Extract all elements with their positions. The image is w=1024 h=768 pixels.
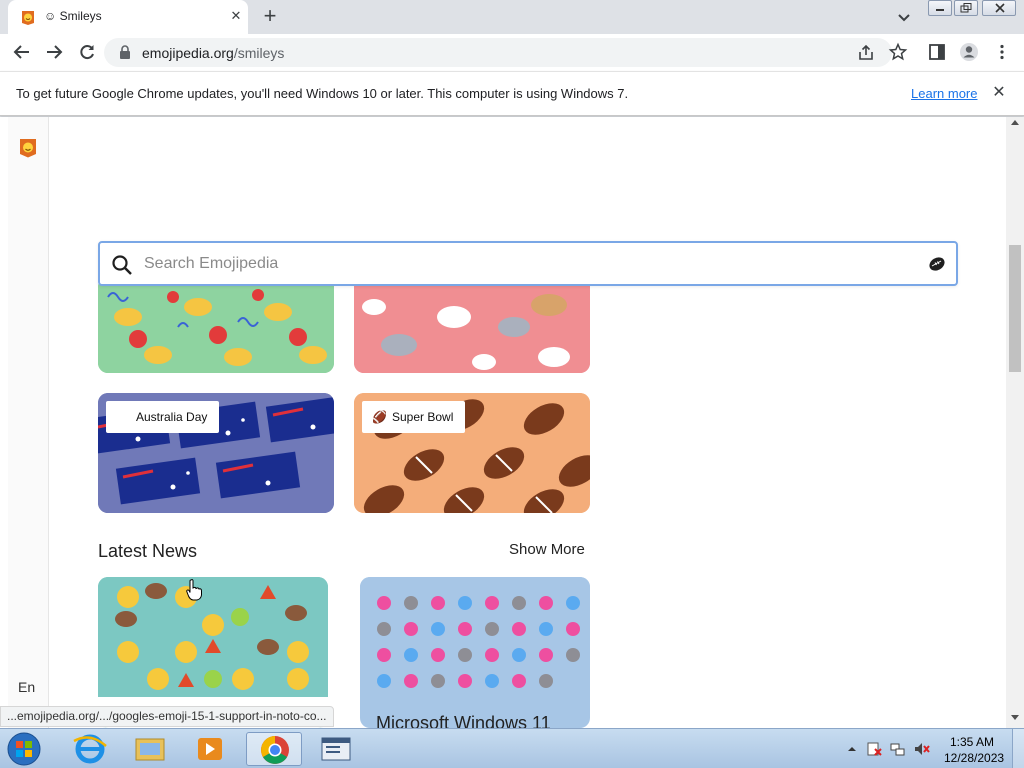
- news-article-title[interactable]: Microsoft Windows 11: [376, 713, 551, 728]
- scroll-up-arrow-icon[interactable]: [1011, 120, 1019, 125]
- chrome-icon: [261, 736, 289, 764]
- bookmark-star-icon[interactable]: [888, 42, 908, 62]
- profile-avatar-icon[interactable]: [959, 42, 979, 62]
- tab-close-icon[interactable]: ✕: [226, 6, 246, 26]
- folder-icon: [135, 738, 165, 761]
- tab-strip: ☺ Smileys ✕ +: [0, 0, 1024, 34]
- emojipedia-logo-icon[interactable]: [19, 138, 37, 158]
- show-desktop-button[interactable]: [1012, 729, 1024, 768]
- taskbar-chrome[interactable]: [246, 732, 302, 766]
- page-viewport: En Search Emojipedia Australia Day 🏈 Sup…: [0, 117, 1024, 728]
- party-card[interactable]: [98, 277, 334, 373]
- bunny-pattern-image: [354, 277, 590, 373]
- new-tab-button[interactable]: +: [258, 5, 282, 29]
- hand-cursor-icon: [186, 579, 202, 601]
- taskbar-internet-explorer[interactable]: [62, 732, 118, 766]
- forward-arrow-icon[interactable]: [44, 42, 64, 62]
- tab-search-chevron-icon[interactable]: [894, 8, 914, 28]
- infobar-close-icon[interactable]: ✕: [990, 84, 1008, 102]
- main-content: Australia Day 🏈 Super Bowl Latest News S…: [50, 117, 1006, 728]
- latest-news-heading: Latest News: [98, 541, 198, 561]
- search-input[interactable]: [144, 251, 904, 277]
- tab-smileys[interactable]: ☺ Smileys ✕: [8, 0, 248, 34]
- update-infobar: To get future Google Chrome updates, you…: [0, 71, 1024, 116]
- windows-taskbar: 1:35 AM 12/28/2023: [0, 728, 1024, 768]
- close-window-button[interactable]: [982, 0, 1016, 16]
- scroll-down-arrow-icon[interactable]: [1011, 715, 1019, 720]
- lock-icon[interactable]: [118, 45, 132, 59]
- search-box[interactable]: [98, 241, 958, 286]
- search-icon: [112, 255, 132, 275]
- super-bowl-card[interactable]: 🏈 Super Bowl: [354, 393, 590, 513]
- scroll-thumb[interactable]: [1009, 245, 1021, 372]
- minimize-icon: [936, 9, 944, 11]
- taskbar-window-app[interactable]: [308, 732, 364, 766]
- emojipedia-favicon-icon: [22, 11, 34, 25]
- browser-toolbar: emojipedia.org/smileys: [0, 34, 1024, 71]
- show-hidden-icons-icon[interactable]: [844, 741, 860, 757]
- australia-day-card[interactable]: Australia Day: [98, 393, 334, 513]
- status-url-bubble: ...emojipedia.org/.../googles-emoji-15-1…: [0, 706, 334, 727]
- emoji-picker-icon[interactable]: [928, 255, 946, 273]
- action-center-icon[interactable]: [866, 741, 882, 757]
- hearts-pattern-image: [360, 577, 590, 697]
- australia-day-label: Australia Day: [106, 401, 220, 433]
- share-icon[interactable]: [856, 43, 876, 63]
- learn-more-link[interactable]: Learn more: [911, 86, 977, 101]
- restore-button[interactable]: [954, 0, 978, 16]
- show-more-link[interactable]: Show More: [509, 541, 585, 558]
- internet-explorer-icon: [73, 734, 107, 764]
- address-bar[interactable]: emojipedia.org/smileys: [104, 38, 892, 67]
- taskbar-file-explorer[interactable]: [122, 732, 178, 766]
- clock-time[interactable]: 1:35 AM: [950, 735, 994, 749]
- network-icon[interactable]: [890, 741, 906, 757]
- close-window-icon: [995, 3, 1005, 13]
- language-selector[interactable]: En: [18, 679, 35, 695]
- clock-date[interactable]: 12/28/2023: [944, 751, 1004, 765]
- url-text[interactable]: emojipedia.org/smileys: [142, 45, 284, 61]
- window-app-icon: [321, 737, 351, 761]
- media-player-icon: [198, 738, 222, 760]
- volume-muted-icon[interactable]: [914, 741, 930, 757]
- back-arrow-icon[interactable]: [12, 42, 32, 62]
- page-scrollbar[interactable]: [1006, 117, 1024, 728]
- reload-icon[interactable]: [77, 42, 97, 62]
- kebab-menu-icon[interactable]: [992, 42, 1012, 62]
- side-rail: En: [8, 117, 49, 728]
- bunny-card[interactable]: [354, 277, 590, 373]
- news-card-windows-11[interactable]: Microsoft Windows 11: [360, 577, 590, 728]
- windows-start-orb-icon[interactable]: [4, 731, 44, 767]
- party-pattern-image: [98, 277, 334, 373]
- minimize-button[interactable]: [928, 0, 952, 16]
- super-bowl-label: 🏈 Super Bowl: [362, 401, 466, 433]
- infobar-message: To get future Google Chrome updates, you…: [16, 86, 629, 101]
- side-panel-icon[interactable]: [927, 42, 947, 62]
- restore-icon: [960, 3, 972, 13]
- tab-title: ☺ Smileys: [44, 9, 102, 23]
- football-icon: 🏈: [372, 410, 387, 424]
- taskbar-media-player[interactable]: [182, 732, 238, 766]
